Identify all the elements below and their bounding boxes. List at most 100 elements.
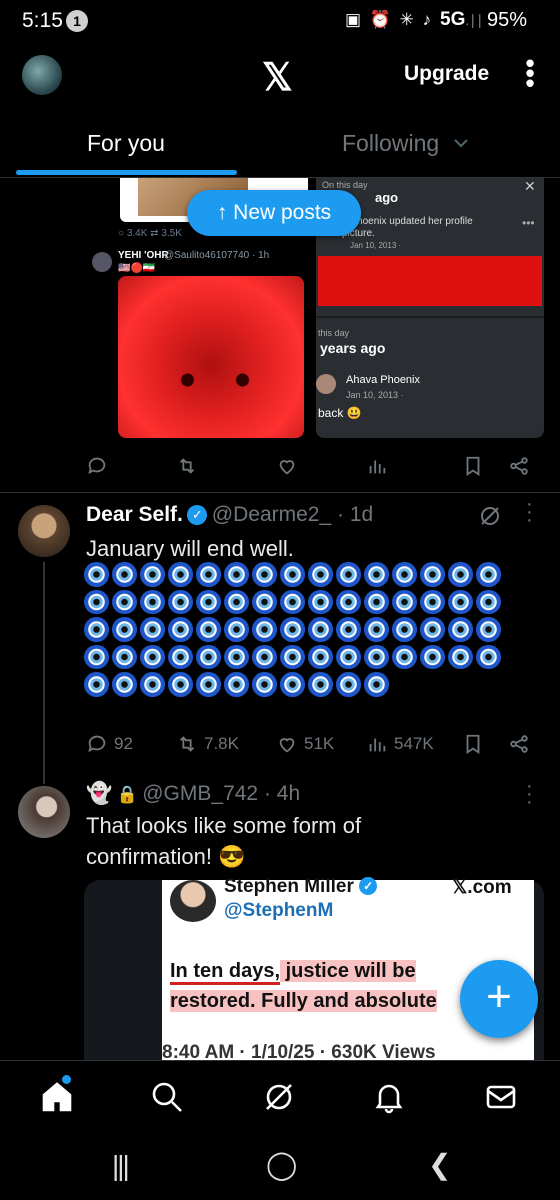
nazar-amulet-icon [364,617,389,642]
nazar-amulet-icon [308,617,333,642]
fb-back-text: back 😃 [318,406,362,420]
tab-following[interactable]: Following [342,130,439,157]
nazar-amulet-icon [280,617,305,642]
compose-button[interactable]: + [460,960,538,1038]
battery-level: 95% [487,9,528,31]
nazar-amulet-icon [336,644,361,669]
fb-update-text: a Phoenix updated her profile [342,216,473,227]
embed-handle: @StephenM [224,900,334,921]
recents-button[interactable]: ||| [112,1150,130,1182]
search-icon[interactable] [150,1080,184,1119]
nazar-amulet-icon [84,617,109,642]
views-button[interactable] [366,455,388,477]
back-button[interactable]: ❮ [428,1148,451,1181]
fb-years-ago: ago [375,190,399,205]
repost-count: 7.8K [204,734,239,753]
lock-icon: 🔒 [116,785,138,804]
nazar-amulet-icon [392,562,417,587]
bookmark-button[interactable] [462,455,484,477]
tab-for-you[interactable]: For you [87,130,165,157]
fb-red-profile-picture [318,256,542,306]
nazar-amulet-icon [252,644,277,669]
reply-button[interactable]: 92 [86,733,133,755]
heart-icon [279,460,295,475]
nazar-emoji-grid [84,562,534,700]
nazar-amulet-icon [308,589,333,614]
nazar-amulet-icon [140,617,165,642]
fb-divider [316,316,544,318]
fb-date: Jan 10, 2013 · [350,241,402,250]
bookmark-button[interactable] [462,733,484,755]
nazar-amulet-icon [224,562,249,587]
notifications-icon[interactable] [372,1080,406,1119]
new-posts-button[interactable]: ↑ New posts [187,190,361,236]
avatar[interactable] [18,786,70,838]
active-tab-indicator [16,170,237,175]
status-icons: ▣ ⏰ ✳ ♪ [345,10,434,29]
nazar-amulet-icon [364,589,389,614]
nazar-amulet-icon [112,672,137,697]
nazar-amulet-icon [392,617,417,642]
repost-button[interactable]: 7.8K [176,733,239,755]
handle-and-time[interactable]: @GMB_742 · 4h [142,782,300,805]
nazar-amulet-icon [476,589,501,614]
nazar-amulet-icon [448,589,473,614]
post-more-icon[interactable]: · · · [526,494,533,530]
home-button[interactable]: ◯ [266,1148,297,1181]
display-name-emoji[interactable]: 👻 [86,782,112,805]
collage-stats: ○ 3.4K ⇄ 3.5K [118,228,182,239]
repost-button[interactable] [176,455,198,477]
x-logo[interactable]: 𝕏 [262,55,293,100]
messages-icon[interactable] [484,1080,518,1119]
grok-icon[interactable] [478,504,502,528]
nazar-row [84,589,534,614]
nazar-amulet-icon [196,562,221,587]
embed-text-line-2: restored. Fully and absolute [170,990,437,1012]
lion-eyes [160,370,270,390]
share-button[interactable] [508,733,530,755]
reply-button[interactable] [86,455,108,477]
embed-xcom: 𝕏.com [452,877,512,898]
nazar-amulet-icon [168,617,193,642]
nazar-amulet-icon [420,562,445,587]
views-icon [369,738,386,752]
nazar-row [84,644,534,669]
upgrade-button[interactable]: Upgrade [404,62,489,86]
post-more-icon[interactable]: · · · [526,776,533,812]
views-button[interactable]: 547K [366,733,434,755]
profile-avatar[interactable] [22,55,62,95]
post-text-line-1: That looks like some form of [86,813,362,838]
nazar-amulet-icon [364,644,389,669]
fb-author-name: Ahava Phoenix [346,374,420,386]
avatar[interactable] [18,505,70,557]
display-name[interactable]: Dear Self. [86,503,183,526]
nazar-amulet-icon [252,672,277,697]
nazar-amulet-icon [252,562,277,587]
like-button[interactable] [276,455,298,477]
notification-count-badge: 1 [66,10,88,32]
nazar-amulet-icon [308,562,333,587]
nazar-amulet-icon [336,562,361,587]
clock: 5:15 [22,9,63,32]
like-button[interactable]: 51K [276,733,334,755]
nazar-amulet-icon [84,644,109,669]
nazar-amulet-icon [224,589,249,614]
nazar-amulet-icon [168,589,193,614]
embed-text-line-1: In ten days, justice will be [170,960,416,985]
home-icon[interactable] [40,1080,74,1119]
chevron-down-icon[interactable] [452,134,470,152]
nazar-amulet-icon [308,644,333,669]
handle-and-time[interactable]: @Dearme2_ · 1d [212,503,373,526]
nazar-amulet-icon [420,617,445,642]
embed-name: Stephen Miller ✓ [224,876,378,898]
view-count: 547K [394,734,434,753]
more-options-icon[interactable]: • • • [522,50,538,96]
red-lion-image[interactable] [118,276,304,438]
status-bar: 5:15 1 ▣ ⏰ ✳ ♪ 5G.∣∣ 95% [0,0,560,44]
grok-icon[interactable] [262,1080,296,1119]
nazar-amulet-icon [140,644,165,669]
nazar-amulet-icon [280,589,305,614]
fb-date-2: Jan 10, 2013 · [346,390,404,400]
repost-icon [179,458,195,474]
share-button[interactable] [508,455,530,477]
